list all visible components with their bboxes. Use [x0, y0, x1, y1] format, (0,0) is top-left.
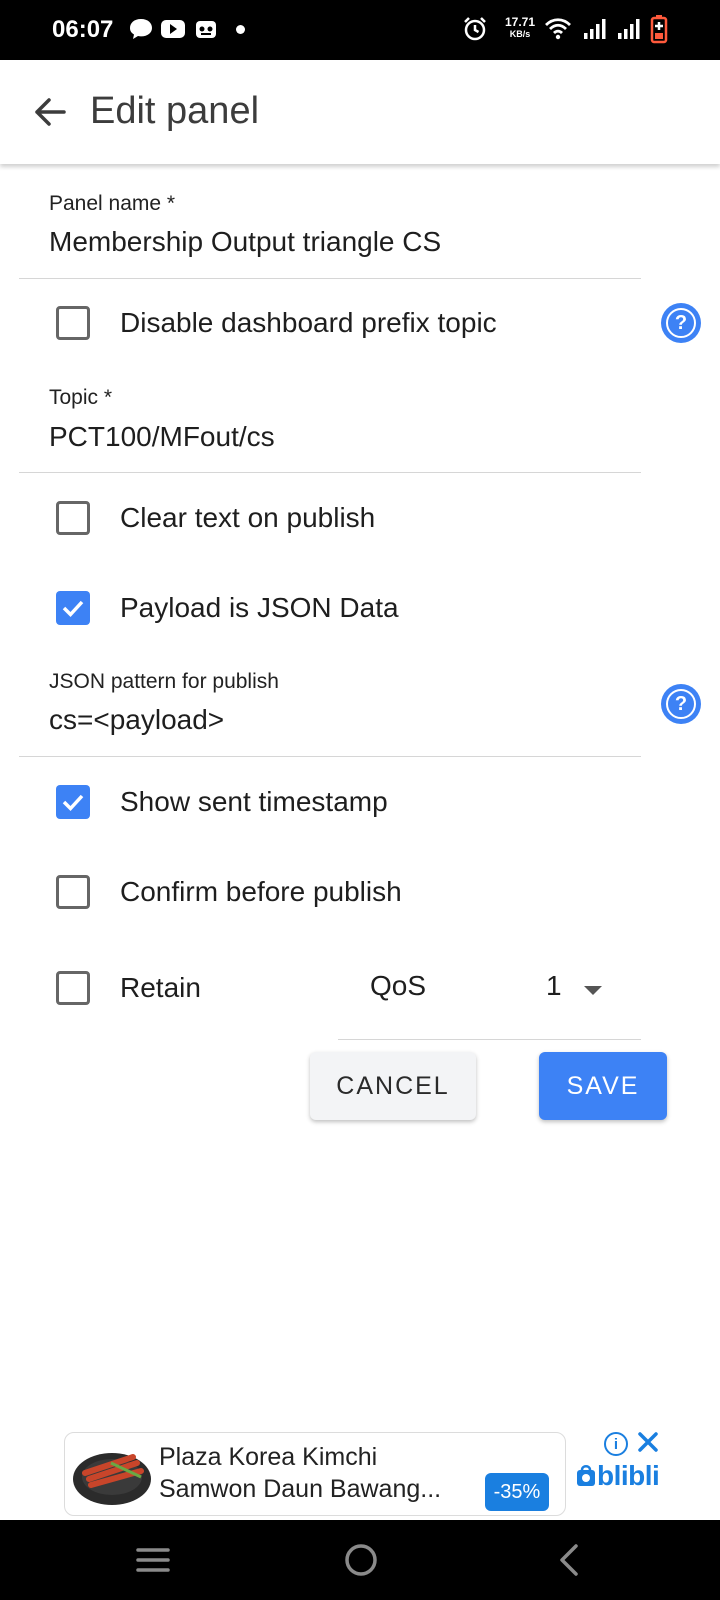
status-bar: 06:07 17.71 KB/s	[0, 0, 720, 60]
help-button[interactable]: ?	[661, 684, 701, 724]
clear-text-checkbox[interactable]	[56, 501, 90, 535]
topic-value[interactable]: PCT100/MFout/cs	[49, 421, 275, 453]
app-icon	[196, 21, 216, 38]
network-speed-value: 17.71	[505, 15, 536, 29]
check-icon	[62, 794, 84, 812]
ad-product-image	[73, 1453, 151, 1505]
arrow-back-icon	[35, 98, 66, 126]
ad-brand-logo: blibli	[575, 1460, 660, 1492]
page-title: Edit panel	[90, 90, 260, 132]
payload-json-checkbox[interactable]	[56, 591, 90, 625]
clear-text-row[interactable]: Clear text on publish	[56, 500, 375, 536]
qos-dropdown[interactable]: 1	[338, 950, 641, 1040]
help-button[interactable]: ?	[661, 303, 701, 343]
json-pattern-value[interactable]: cs=<payload>	[49, 704, 224, 736]
ad-title-line2: Samwon Daun Bawang...	[159, 1475, 442, 1503]
payload-json-row[interactable]: Payload is JSON Data	[56, 590, 399, 626]
show-timestamp-row[interactable]: Show sent timestamp	[56, 784, 388, 820]
json-pattern-field[interactable]: JSON pattern for publish cs=<payload>	[19, 650, 641, 757]
json-pattern-label: JSON pattern for publish	[49, 670, 279, 693]
home-button[interactable]	[337, 1538, 385, 1582]
confirm-publish-checkbox[interactable]	[56, 875, 90, 909]
qos-value: 1	[546, 970, 562, 1001]
notification-dot-icon	[236, 25, 245, 34]
back-button[interactable]	[22, 84, 78, 140]
battery-icon	[650, 15, 668, 44]
disable-prefix-label: Disable dashboard prefix topic	[120, 307, 497, 338]
network-speed: 17.71 KB/s	[505, 16, 535, 40]
cancel-button[interactable]: CANCEL	[310, 1052, 476, 1120]
alarm-icon	[464, 17, 486, 41]
network-speed-unit: KB/s	[509, 29, 531, 39]
panel-name-value[interactable]: Membership Output triangle CS	[49, 226, 441, 258]
dropdown-arrow-icon	[584, 986, 602, 995]
chat-icon	[130, 19, 152, 39]
topic-field[interactable]: Topic * PCT100/MFout/cs	[19, 366, 641, 473]
menu-icon	[136, 1548, 170, 1572]
check-icon	[62, 600, 84, 618]
retain-label: Retain	[120, 972, 201, 1003]
ad-brand-text: blibli	[597, 1460, 660, 1491]
status-time: 06:07	[52, 16, 114, 43]
panel-name-field[interactable]: Panel name * Membership Output triangle …	[19, 172, 641, 279]
payload-json-label: Payload is JSON Data	[120, 592, 399, 623]
bag-icon	[577, 1465, 595, 1486]
save-button[interactable]: SAVE	[539, 1052, 667, 1120]
app-bar: Edit panel	[0, 60, 720, 164]
retain-checkbox[interactable]	[56, 971, 90, 1005]
clear-text-label: Clear text on publish	[120, 502, 376, 533]
question-icon: ?	[666, 689, 696, 719]
home-circle-icon	[345, 1544, 377, 1576]
youtube-icon	[161, 20, 185, 38]
confirm-publish-row[interactable]: Confirm before publish	[56, 874, 402, 910]
info-icon[interactable]: i	[604, 1432, 628, 1456]
ad-title-line1: Plaza Korea Kimchi	[159, 1443, 378, 1471]
navigation-bar	[0, 1520, 720, 1600]
ad-discount-badge: -35%	[485, 1473, 549, 1511]
wifi-icon	[545, 18, 571, 40]
show-timestamp-checkbox[interactable]	[56, 785, 90, 819]
menu-button[interactable]	[129, 1538, 177, 1582]
disable-prefix-checkbox[interactable]	[56, 306, 90, 340]
question-icon: ?	[666, 308, 696, 338]
close-icon[interactable]	[634, 1428, 662, 1456]
disable-prefix-row[interactable]: Disable dashboard prefix topic	[56, 305, 497, 341]
back-nav-button[interactable]	[545, 1538, 593, 1582]
confirm-publish-label: Confirm before publish	[120, 876, 402, 907]
chevron-left-icon	[560, 1544, 578, 1576]
topic-label: Topic *	[49, 386, 113, 409]
retain-row[interactable]: Retain	[56, 970, 201, 1006]
signal-icon	[618, 19, 640, 39]
ad-banner[interactable]: Plaza Korea Kimchi Samwon Daun Bawang...…	[64, 1432, 566, 1516]
signal-icon	[584, 19, 606, 39]
show-timestamp-label: Show sent timestamp	[120, 786, 388, 817]
panel-name-label: Panel name *	[49, 192, 176, 215]
